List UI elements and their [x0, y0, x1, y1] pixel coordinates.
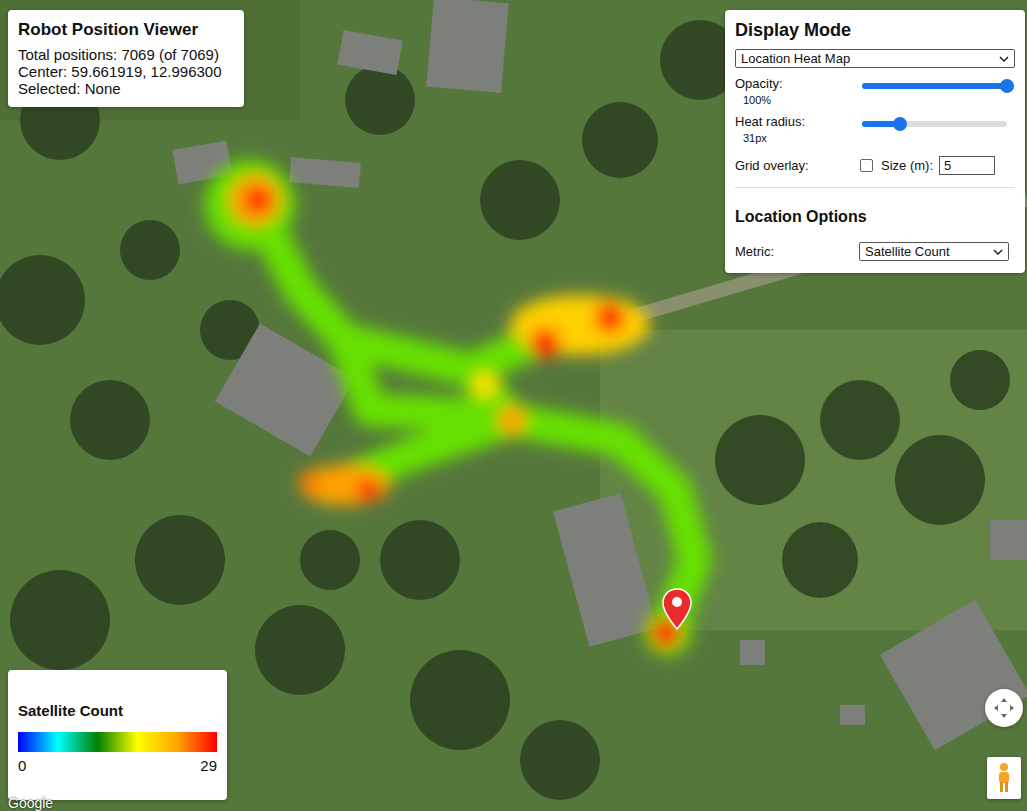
grid-row: Grid overlay: Size (m): 5 [735, 156, 1015, 175]
legend-gradient [18, 732, 217, 752]
section-title: Location Options [735, 208, 1015, 226]
slider-label: Opacity: [735, 76, 862, 91]
legend: Satellite Count 0 29 [8, 670, 227, 800]
display-title: Display Mode [735, 20, 1015, 41]
metric-label: Metric: [735, 244, 859, 259]
legend-max: 29 [200, 757, 217, 774]
slider-fill [862, 83, 1007, 89]
info-title: Robot Position Viewer [18, 20, 234, 40]
divider [735, 187, 1015, 188]
metric-row: Metric:Satellite Count [735, 242, 1015, 261]
slider-reading: 31px [735, 132, 862, 144]
legend-min: 0 [18, 757, 26, 774]
attribution: Google [8, 796, 53, 811]
slider-label: Heat radius: [735, 114, 862, 129]
robot-position-viewer: Robot Position Viewer Total positions: 70… [0, 0, 1027, 811]
move-arrows-icon [992, 696, 1016, 720]
pegman-icon [994, 762, 1014, 794]
slider[interactable] [862, 83, 1007, 89]
marker-pin-icon[interactable] [661, 588, 693, 630]
pan-control[interactable] [985, 689, 1023, 727]
info-panel: Robot Position Viewer Total positions: 70… [8, 10, 244, 107]
size-input[interactable]: 5 [939, 156, 995, 175]
slider-row: Heat radius: 31px [735, 114, 1015, 144]
chevron-icon [993, 249, 1003, 255]
info-line: Selected: None [18, 80, 234, 97]
mode-select[interactable]: Location Heat Map [735, 49, 1015, 68]
chevron-icon [999, 56, 1009, 62]
slider[interactable] [862, 121, 1007, 127]
grid-label: Grid overlay: [735, 158, 860, 173]
slider-thumb[interactable] [893, 117, 907, 131]
slider-reading: 100% [735, 94, 862, 106]
info-line: Total positions: 7069 (of 7069) [18, 46, 234, 63]
legend-title: Satellite Count [18, 702, 217, 719]
metric-select[interactable]: Satellite Count [859, 242, 1009, 261]
info-line: Center: 59.661919, 12.996300 [18, 63, 234, 80]
size-label: Size (m): [881, 158, 933, 173]
display-panel: Display Mode Location Heat Map Opacity: 100… [725, 10, 1025, 273]
grid-checkbox[interactable] [860, 159, 873, 172]
street-view-pegman[interactable] [987, 757, 1021, 799]
slider-row: Opacity: 100% [735, 76, 1015, 106]
slider-thumb[interactable] [1000, 79, 1014, 93]
